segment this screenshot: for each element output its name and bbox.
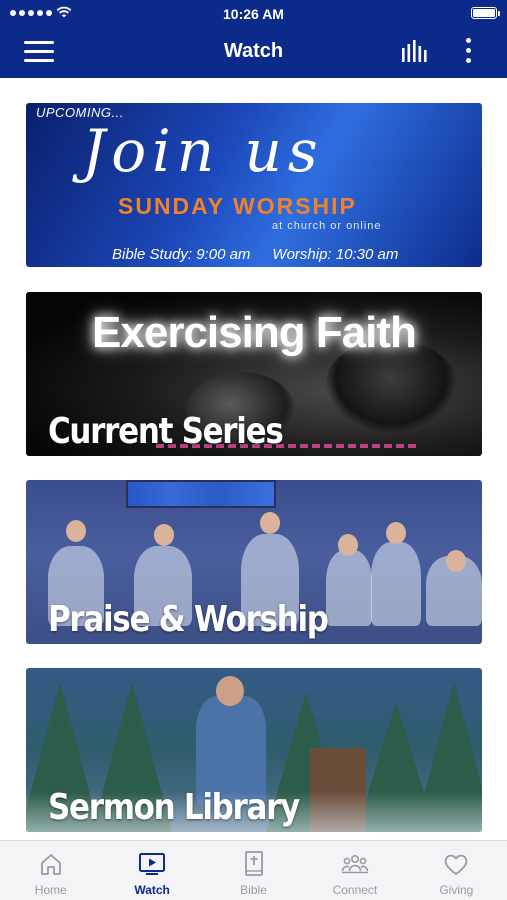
current-series-label: Current Series (48, 411, 284, 452)
join-us-script: Join us (82, 117, 324, 185)
home-icon (40, 854, 61, 875)
musician-head (66, 520, 86, 542)
pastor-head (216, 676, 244, 706)
tab-watch-label: Watch (134, 883, 170, 897)
current-series-card[interactable]: Exercising Faith Current Series (26, 292, 482, 456)
tab-giving-label: Giving (439, 883, 474, 897)
series-headline: Exercising Faith (92, 308, 417, 357)
more-vertical-icon[interactable] (460, 38, 476, 66)
worship-subline: at church or online (272, 220, 382, 232)
drummer-head (386, 522, 406, 544)
watch-content: UPCOMING... Join us SUNDAY WORSHIP at ch… (0, 78, 507, 840)
tab-home-label: Home (34, 883, 67, 897)
status-time: 10:26 AM (223, 6, 284, 22)
upcoming-worship-card[interactable]: UPCOMING... Join us SUNDAY WORSHIP at ch… (26, 103, 482, 267)
tab-home[interactable]: Home (0, 841, 101, 900)
singer-head (338, 534, 358, 556)
singer-head (260, 512, 280, 534)
praise-worship-card[interactable]: Praise & Worship (26, 480, 482, 644)
stained-glass-window (126, 480, 276, 508)
singer-figure (326, 550, 372, 626)
people-group-icon (341, 855, 369, 874)
tv-play-icon (139, 853, 166, 875)
tab-bible-label: Bible (240, 883, 267, 897)
tab-bible[interactable]: Bible (203, 841, 304, 900)
tab-connect[interactable]: Connect (304, 841, 405, 900)
bible-study-time: Bible Study: 9:00 am (112, 246, 251, 263)
battery-icon (471, 7, 500, 19)
status-bar: 10:26 AM (0, 0, 507, 26)
pianist-head (446, 550, 466, 572)
app-screen: 10:26 AM Watch UPCOMING... Join us SUNDA… (0, 0, 507, 900)
page-title: Watch (223, 40, 284, 62)
worship-time: Worship: 10:30 am (272, 246, 399, 263)
drummer-figure (371, 542, 421, 626)
sermon-library-label: Sermon Library (48, 787, 300, 828)
sermon-library-card[interactable]: Sermon Library (26, 668, 482, 832)
sunday-worship-headline: SUNDAY WORSHIP (118, 193, 357, 219)
praise-worship-label: Praise & Worship (48, 599, 329, 640)
tab-bar: Home Watch Bible Connect Giving (0, 840, 507, 900)
tab-watch[interactable]: Watch (101, 841, 202, 900)
battery-level (473, 9, 495, 17)
tab-giving[interactable]: Giving (406, 841, 507, 900)
tab-connect-label: Connect (332, 883, 378, 897)
musician-head (154, 524, 174, 546)
service-schedule: Bible Study: 9:00 am Worship: 10:30 am (112, 246, 398, 263)
nav-bar: Watch (0, 26, 507, 78)
audio-levels-icon[interactable] (400, 40, 430, 64)
bible-cross-icon (244, 851, 263, 876)
heart-icon (444, 854, 468, 875)
